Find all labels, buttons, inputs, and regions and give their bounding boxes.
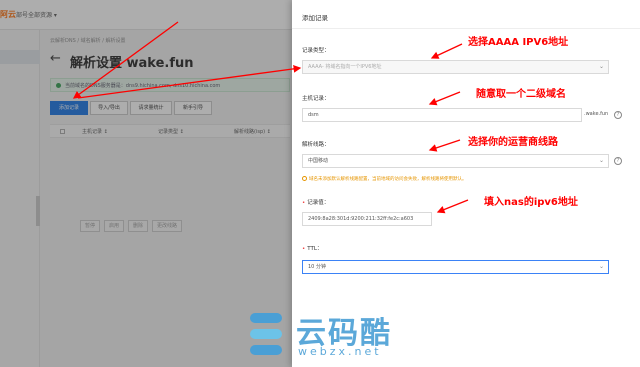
- ttl-select[interactable]: 10 分钟 ⌄: [302, 260, 609, 274]
- record-type-select[interactable]: AAAA- 将域名指向一个IPV6地址 ⌄: [302, 60, 609, 74]
- drawer-divider: [292, 28, 640, 29]
- chevron-down-icon: ⌄: [598, 63, 604, 70]
- record-value-label: • 记录值：: [302, 198, 329, 206]
- ttl-label-text: TTL：: [307, 246, 323, 252]
- drawer-title: 添加记录: [302, 14, 328, 22]
- line-value: 中国移动: [308, 158, 329, 164]
- required-mark: •: [302, 246, 306, 252]
- annotation-host: 随意取一个二级域名: [476, 89, 566, 100]
- help-icon[interactable]: ?: [614, 157, 622, 165]
- record-value-value: 2409:8a28:301d:9200:211:32ff:fe2c:a603: [308, 216, 414, 222]
- ttl-label: • TTL：: [302, 244, 322, 252]
- annotation-line: 选择你的运营商线路: [468, 137, 558, 148]
- record-type-value: AAAA- 将域名指向一个IPV6地址: [308, 64, 382, 70]
- host-record-value: dsm: [308, 112, 319, 118]
- chevron-down-icon: ⌄: [598, 263, 604, 270]
- warning-icon: [302, 176, 307, 181]
- help-icon[interactable]: ?: [614, 111, 622, 119]
- domain-suffix: .wake.fun: [584, 111, 609, 117]
- annotation-value: 填入nas的ipv6地址: [484, 197, 578, 208]
- host-record-label: 主机记录：: [302, 96, 330, 102]
- watermark-url: webzx.net: [298, 345, 382, 358]
- host-record-input[interactable]: dsm: [302, 108, 582, 122]
- line-warning-text: 域名未添加默认解析线路配置，当前地域的访问会失败，解析线路将使用默认。: [309, 177, 467, 182]
- line-warning: 域名未添加默认解析线路配置，当前地域的访问会失败，解析线路将使用默认。: [302, 176, 467, 182]
- ttl-value: 10 分钟: [308, 264, 326, 270]
- record-value-label-text: 记录值：: [307, 200, 330, 206]
- record-type-label: 记录类型：: [302, 48, 330, 54]
- record-value-input[interactable]: 2409:8a28:301d:9200:211:32ff:fe2c:a603: [302, 212, 432, 226]
- chevron-down-icon: ⌄: [598, 157, 604, 164]
- required-mark: •: [302, 200, 306, 206]
- line-select[interactable]: 中国移动 ⌄: [302, 154, 609, 168]
- annotation-record-type: 选择AAAA IPV6地址: [468, 37, 569, 48]
- watermark-logo-icon: [250, 313, 282, 355]
- line-label: 解析线路：: [302, 142, 330, 148]
